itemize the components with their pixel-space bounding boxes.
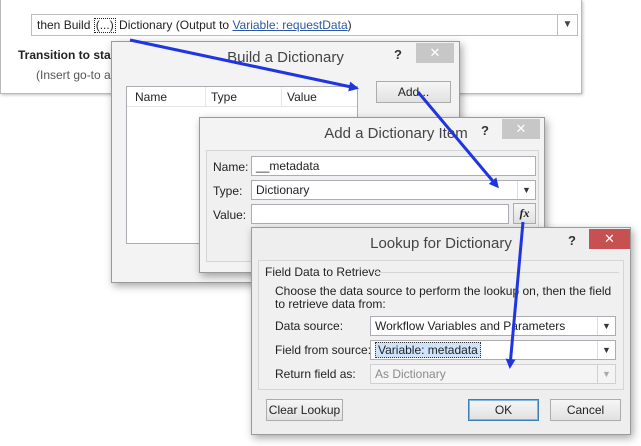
value-field[interactable]: [251, 204, 509, 224]
chevron-down-icon: ▼: [597, 365, 615, 383]
chevron-down-icon[interactable]: ▼: [597, 341, 615, 359]
lookup-instructions: Choose the data source to perform the lo…: [275, 284, 612, 311]
field-from-source-label: Field from source:: [275, 343, 372, 357]
add-button[interactable]: Add...: [376, 81, 451, 103]
add-item-titlebar: Add a Dictionary Item ? ✕: [200, 118, 544, 148]
type-label: Type:: [213, 184, 243, 198]
name-field[interactable]: __metadata: [251, 156, 536, 176]
type-value: Dictionary: [256, 183, 310, 197]
name-label: Name:: [213, 160, 249, 174]
return-field-label: Return field as:: [275, 367, 356, 381]
dialog-title: Add a Dictionary Item: [324, 125, 468, 142]
chevron-down-icon[interactable]: ▼: [597, 317, 615, 335]
action-suffix: ): [347, 18, 352, 32]
chevron-down-icon[interactable]: ▼: [557, 15, 577, 35]
help-icon[interactable]: ?: [568, 233, 576, 248]
value-label: Value:: [213, 208, 247, 222]
data-source-value: Workflow Variables and Parameters: [375, 319, 566, 333]
transition-hint[interactable]: (Insert go-to ac: [36, 68, 117, 82]
clear-lookup-button[interactable]: Clear Lookup: [266, 399, 343, 421]
close-icon[interactable]: ✕: [589, 229, 630, 249]
ok-button[interactable]: OK: [468, 399, 539, 421]
data-source-select[interactable]: Workflow Variables and Parameters ▼: [370, 316, 616, 336]
return-field-select: As Dictionary ▼: [370, 364, 616, 384]
help-icon[interactable]: ?: [481, 123, 489, 138]
help-icon[interactable]: ?: [394, 47, 402, 62]
column-header-name[interactable]: Name: [135, 90, 167, 104]
return-field-value: As Dictionary: [375, 367, 446, 381]
action-middle: Dictionary (Output to: [115, 18, 233, 32]
group-title: Field Data to Retrieve: [265, 265, 382, 279]
dictionary-ellipsis-button[interactable]: (...): [93, 18, 116, 33]
action-sentence: then Build (...) Dictionary (Output to V…: [37, 18, 352, 33]
field-from-source-value: Variable: metadata: [375, 342, 481, 358]
chevron-down-icon[interactable]: ▼: [517, 181, 535, 199]
field-from-source-select[interactable]: Variable: metadata ▼: [370, 340, 616, 360]
close-icon[interactable]: ✕: [416, 43, 454, 63]
column-header-value[interactable]: Value: [287, 90, 317, 104]
field-data-group: Field Data to Retrieve Choose the data s…: [258, 260, 624, 390]
output-variable-link[interactable]: Variable: requestData: [232, 18, 347, 32]
build-dictionary-action-row[interactable]: then Build (...) Dictionary (Output to V…: [31, 14, 578, 36]
dialog-title: Build a Dictionary: [227, 49, 344, 66]
function-builder-button[interactable]: fx: [513, 203, 536, 224]
action-prefix: then Build: [37, 18, 94, 32]
cancel-button[interactable]: Cancel: [550, 399, 621, 421]
close-icon[interactable]: ✕: [502, 119, 540, 139]
list-header: Name Type Value: [127, 87, 357, 107]
column-header-type[interactable]: Type: [211, 90, 237, 104]
type-select[interactable]: Dictionary ▼: [251, 180, 536, 200]
data-source-label: Data source:: [275, 319, 344, 333]
lookup-titlebar: Lookup for Dictionary ? ✕: [252, 228, 630, 258]
transition-heading: Transition to stag: [18, 48, 119, 62]
lookup-for-dictionary-dialog: Lookup for Dictionary ? ✕ Field Data to …: [251, 227, 631, 435]
build-dictionary-titlebar: Build a Dictionary ? ✕: [112, 42, 459, 72]
